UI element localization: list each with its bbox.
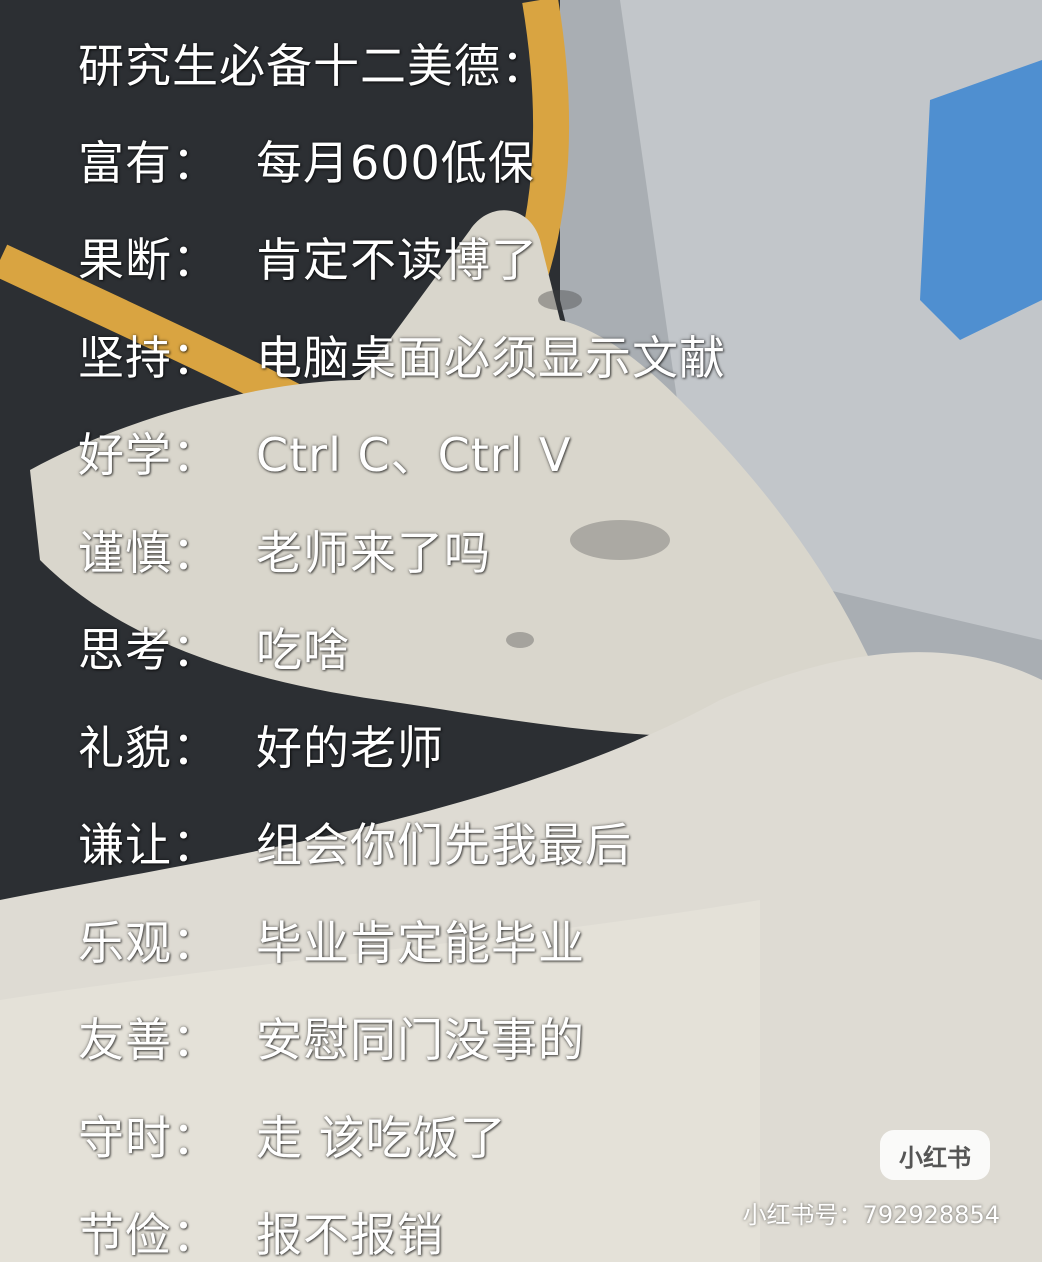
- virtue-row: 坚持： 电脑桌面必须显示文献: [78, 309, 978, 407]
- virtue-value: 安慰同门没事的: [256, 1013, 585, 1068]
- virtue-value: 毕业肯定能毕业: [256, 915, 585, 970]
- virtue-value: 组会你们先我最后: [256, 818, 632, 873]
- virtue-row: 礼貌： 好的老师: [78, 699, 978, 797]
- virtues-overlay: 研究生必备十二美德： 富有： 每月600低保 果断： 肯定不读博了 坚持： 电脑…: [78, 18, 978, 1262]
- virtue-label: 礼貌：: [78, 720, 219, 775]
- virtue-row: 谦让： 组会你们先我最后: [78, 797, 978, 895]
- virtue-label: 守时：: [78, 1110, 219, 1165]
- virtue-value: 每月600低保: [256, 135, 535, 190]
- virtue-label: 谨慎：: [78, 525, 219, 580]
- virtue-label: 谦让：: [78, 818, 219, 873]
- virtue-value: 老师来了吗: [256, 525, 491, 580]
- virtue-row: 富有： 每月600低保: [78, 114, 978, 212]
- virtue-row: 思考： 吃啥: [78, 602, 978, 700]
- virtue-label: 富有：: [78, 135, 219, 190]
- virtue-row: 乐观： 毕业肯定能毕业: [78, 894, 978, 992]
- virtue-value: Ctrl C、Ctrl V: [256, 428, 572, 483]
- virtue-value: 电脑桌面必须显示文献: [256, 330, 726, 385]
- overlay-title: 研究生必备十二美德：: [78, 39, 548, 93]
- virtue-value: 吃啥: [256, 623, 350, 678]
- virtue-row: 守时： 走 该吃饭了: [78, 1089, 978, 1187]
- virtue-label: 友善：: [78, 1013, 219, 1068]
- virtue-label: 乐观：: [78, 915, 219, 970]
- account-id-watermark: 小红书号：792928854: [742, 1201, 1000, 1229]
- virtue-label: 好学：: [78, 428, 219, 483]
- virtue-label: 节俭：: [78, 1208, 219, 1262]
- virtue-row: 谨慎： 老师来了吗: [78, 504, 978, 602]
- image-stage: 研究生必备十二美德： 富有： 每月600低保 果断： 肯定不读博了 坚持： 电脑…: [0, 0, 1042, 1262]
- virtue-label: 果断：: [78, 233, 219, 288]
- virtue-row: 友善： 安慰同门没事的: [78, 992, 978, 1090]
- virtue-value: 报不报销: [256, 1208, 444, 1262]
- virtue-label: 坚持：: [78, 330, 219, 385]
- virtue-row: 果断： 肯定不读博了: [78, 212, 978, 310]
- virtue-value: 肯定不读博了: [256, 233, 538, 288]
- virtue-value: 走 该吃饭了: [256, 1110, 507, 1165]
- virtue-value: 好的老师: [256, 720, 444, 775]
- virtue-label: 思考：: [78, 623, 219, 678]
- xiaohongshu-logo: 小红书: [880, 1130, 990, 1180]
- virtue-row: 好学： Ctrl C、Ctrl V: [78, 407, 978, 505]
